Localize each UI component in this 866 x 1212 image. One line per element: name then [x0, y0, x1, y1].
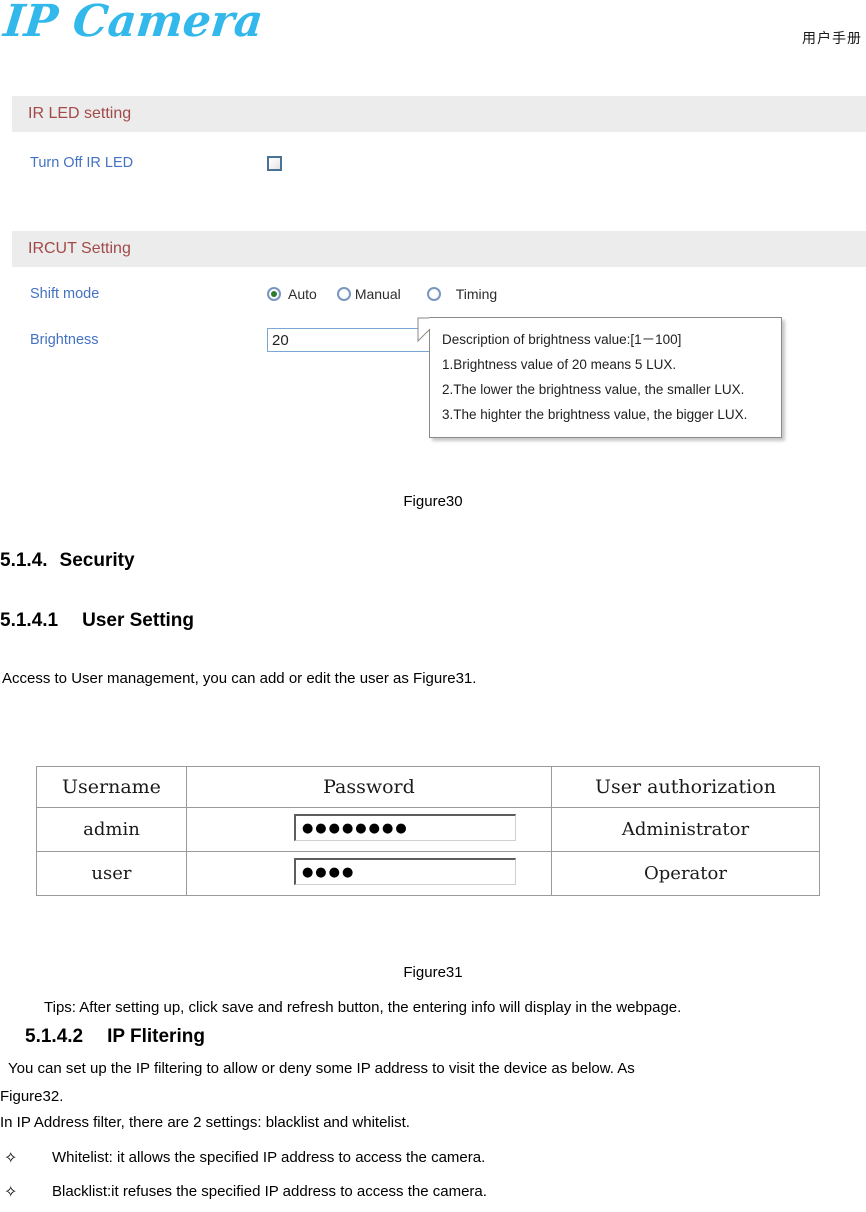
tooltip-line-0: Description of brightness value:[1－100]	[442, 332, 682, 347]
heading-security-number: 5.1.4.	[0, 550, 48, 571]
turn-off-ir-led-row: Turn Off IR LED	[12, 148, 866, 178]
column-header-username: Username	[36, 766, 187, 808]
tooltip-line-1: 1.Brightness value of 20 means 5 LUX.	[442, 357, 677, 372]
shift-mode-option-timing[interactable]: Timing	[426, 286, 498, 302]
user-setting-intro-paragraph: Access to User management, you can add o…	[2, 670, 477, 687]
heading-security-title: Security	[59, 550, 135, 571]
ip-filtering-intro-line2: Figure32.	[0, 1088, 64, 1105]
radio-manual-label: Manual	[354, 286, 401, 302]
figure30-caption: Figure30	[403, 493, 463, 510]
user-manual-label: 用户手册	[802, 31, 862, 47]
blacklist-bullet-text: Blacklist:it refuses the specified IP ad…	[52, 1183, 487, 1200]
tooltip-tail-icon	[417, 317, 431, 343]
brightness-label: Brightness	[30, 332, 99, 348]
whitelist-bullet-text: Whitelist: it allows the specified IP ad…	[52, 1149, 486, 1166]
cell-password-user: ●●●●	[185, 851, 552, 896]
heading-security: 5.1.4. Security	[0, 550, 135, 572]
heading-ip-filtering-number: 5.1.4.2	[25, 1026, 84, 1047]
diamond-bullet-icon: ✧	[4, 1182, 18, 1201]
radio-auto-label: Auto	[288, 286, 317, 302]
ip-settings-paragraph: In IP Address filter, there are 2 settin…	[0, 1114, 410, 1131]
table-header-row: Username Password User authorization	[36, 766, 821, 808]
diamond-bullet-icon: ✧	[4, 1148, 18, 1167]
shift-mode-row: Shift mode Auto Manual Timing	[12, 279, 866, 309]
page-header: IP Camera 用户手册	[0, 0, 866, 58]
heading-ip-filtering: 5.1.4.2 IP Flitering	[25, 1026, 205, 1048]
radio-timing-label: Timing	[455, 286, 498, 302]
figure31-caption: Figure31	[403, 964, 463, 981]
password-field-admin[interactable]: ●●●●●●●●	[293, 814, 516, 841]
turn-off-ir-led-checkbox[interactable]	[267, 155, 282, 171]
brightness-tooltip: Description of brightness value:[1－100] …	[417, 317, 782, 438]
shift-mode-label: Shift mode	[30, 286, 100, 302]
cell-username-user: user	[36, 851, 187, 896]
ir-led-panel-body: Turn Off IR LED	[12, 132, 866, 226]
turn-off-ir-led-label: Turn Off IR LED	[30, 155, 134, 171]
cell-password-admin: ●●●●●●●●	[185, 807, 552, 852]
ip-camera-logo: IP Camera	[1, 0, 266, 47]
ir-led-panel-title: IR LED setting	[12, 96, 866, 132]
password-field-user[interactable]: ●●●●	[293, 858, 516, 885]
cell-authorization-admin: Administrator	[550, 807, 821, 852]
heading-user-setting-number: 5.1.4.1	[0, 610, 59, 631]
ircut-panel-title: IRCUT Setting	[12, 231, 866, 267]
radio-manual-icon[interactable]	[336, 287, 351, 301]
heading-user-setting: 5.1.4.1 User Setting	[0, 610, 194, 632]
radio-auto-icon[interactable]	[267, 287, 281, 301]
ip-filtering-intro-line1: You can set up the IP filtering to allow…	[8, 1060, 635, 1077]
user-table: Username Password User authorization adm…	[36, 766, 821, 896]
cell-username-admin: admin	[36, 807, 187, 852]
column-header-password: Password	[185, 766, 552, 808]
ir-led-setting-panel: IR LED setting Turn Off IR LED	[12, 96, 866, 226]
shift-mode-radio-group: Auto Manual Timing	[267, 286, 517, 302]
shift-mode-option-manual[interactable]: Manual	[336, 286, 401, 302]
radio-timing-icon[interactable]	[426, 287, 441, 301]
shift-mode-control: Auto Manual Timing	[267, 279, 517, 309]
table-row: user ●●●● Operator	[36, 851, 821, 896]
tips-paragraph: Tips: After setting up, click save and r…	[44, 999, 682, 1016]
tooltip-line-3: 3.The highter the brightness value, the …	[442, 407, 748, 422]
shift-mode-option-auto[interactable]: Auto	[267, 286, 317, 302]
cell-authorization-user: Operator	[550, 851, 821, 896]
column-header-authorization: User authorization	[550, 766, 821, 808]
heading-ip-filtering-title: IP Flitering	[107, 1026, 205, 1047]
tooltip-line-2: 2.The lower the brightness value, the sm…	[442, 382, 745, 397]
turn-off-ir-led-control	[267, 148, 282, 178]
heading-user-setting-title: User Setting	[82, 610, 195, 631]
table-row: admin ●●●●●●●● Administrator	[36, 807, 821, 852]
